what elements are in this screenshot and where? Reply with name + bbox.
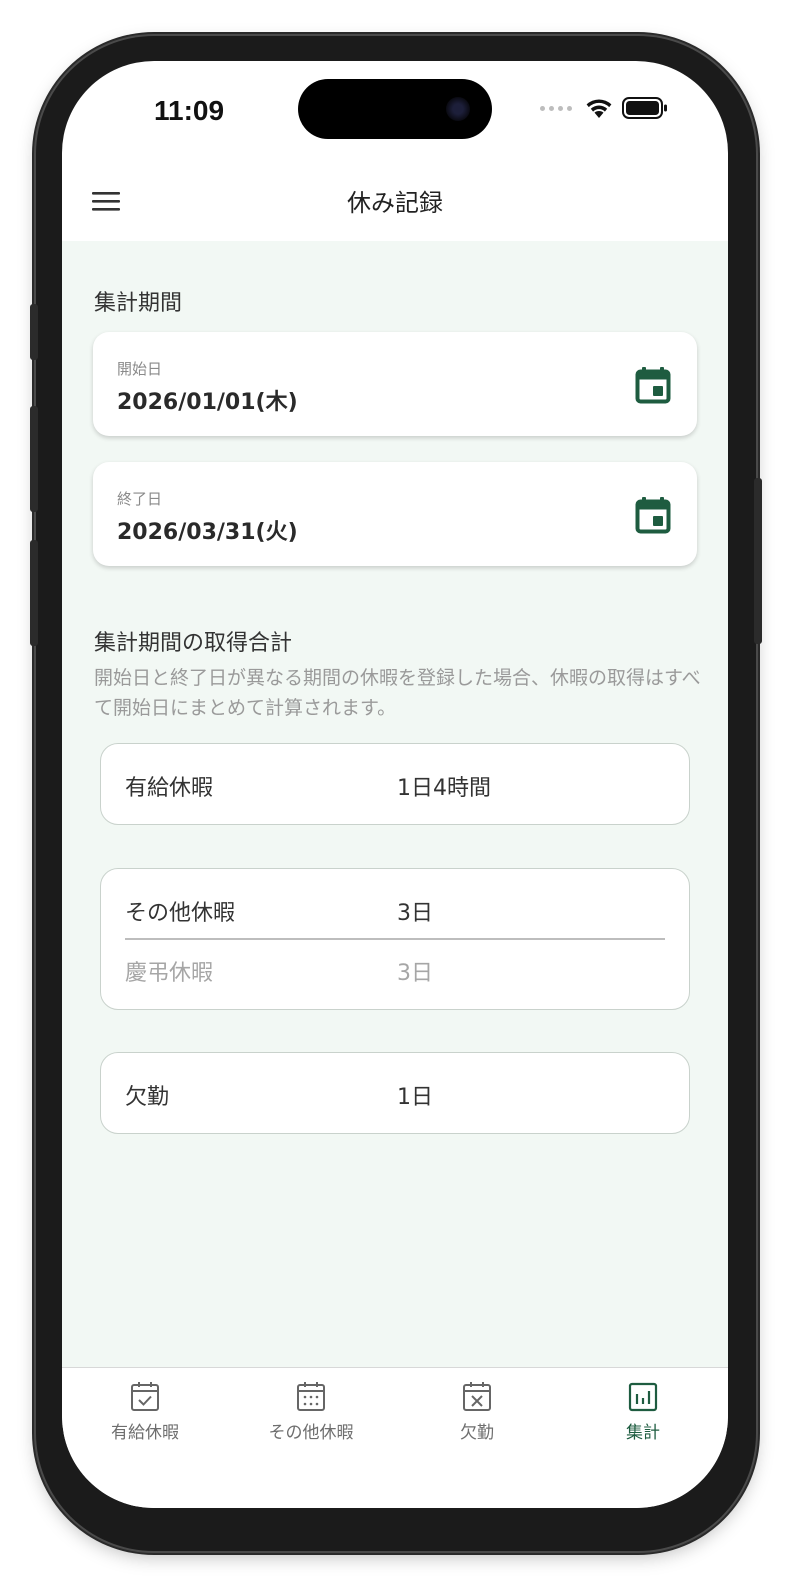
cellular-signal-icon (540, 105, 572, 111)
absence-summary-card: 欠勤 1日 (100, 1052, 690, 1134)
bar-chart-icon (628, 1382, 658, 1412)
power-button (754, 478, 762, 644)
home-indicator (280, 1479, 510, 1487)
calendar-grid-icon (297, 1382, 325, 1411)
end-date-label: 終了日 (117, 490, 163, 508)
other-leave-name: その他休暇 (125, 901, 236, 926)
summary-content: 集計期間 開始日 2026/01/01(木) 終了日 2026/03/31(火) (62, 241, 728, 1367)
nav-label: 欠勤 (460, 1423, 494, 1443)
end-date-value: 2026/03/31(火) (117, 520, 298, 545)
start-date-value: 2026/01/01(木) (117, 390, 298, 415)
page-title: 休み記録 (347, 189, 443, 217)
totals-description: 開始日と終了日が異なる期間の休暇を登録した場合、休暇の取得はすべて開始日にまとめ… (94, 667, 701, 719)
status-icons (540, 97, 668, 119)
condolence-leave-row: 慶弔休暇 3日 (125, 949, 665, 989)
absence-name: 欠勤 (125, 1085, 170, 1110)
other-leave-summary-card: その他休暇 3日 慶弔休暇 3日 (100, 868, 690, 1010)
totals-section-label: 集計期間の取得合計 (94, 631, 293, 656)
other-leave-row: その他休暇 3日 (125, 889, 665, 929)
phone-screen: 11:09 休み記録 集計期間 開始日 2026/01/01(木) 終了日 20… (62, 61, 728, 1508)
paid-leave-summary-card: 有給休暇 1日4時間 (100, 743, 690, 825)
volume-up-button (30, 406, 38, 512)
paid-leave-name: 有給休暇 (125, 776, 214, 801)
other-leave-amount: 3日 (397, 901, 433, 926)
app-bar: 休み記録 (62, 161, 728, 241)
calendar-icon[interactable] (635, 496, 671, 534)
period-section-label: 集計期間 (94, 291, 183, 316)
condolence-leave-name: 慶弔休暇 (125, 961, 214, 986)
volume-down-button (30, 540, 38, 646)
wifi-icon (586, 99, 612, 118)
front-camera-icon (446, 97, 470, 121)
paid-leave-amount: 1日4時間 (397, 776, 491, 801)
start-date-label: 開始日 (117, 360, 163, 378)
calendar-x-icon (463, 1382, 491, 1411)
action-button (30, 304, 38, 360)
start-date-field[interactable]: 開始日 2026/01/01(木) (93, 332, 697, 436)
nav-other-leave[interactable]: その他休暇 (236, 1380, 386, 1450)
end-date-field[interactable]: 終了日 2026/03/31(火) (93, 462, 697, 566)
battery-icon (622, 97, 667, 119)
divider (125, 938, 665, 940)
nav-label: その他休暇 (268, 1423, 354, 1443)
absence-row: 欠勤 1日 (125, 1073, 665, 1113)
paid-leave-row: 有給休暇 1日4時間 (125, 764, 665, 804)
nav-absence[interactable]: 欠勤 (402, 1380, 552, 1450)
condolence-leave-amount: 3日 (397, 961, 433, 986)
calendar-check-icon (131, 1382, 159, 1411)
dynamic-island (298, 79, 492, 139)
nav-paid-leave[interactable]: 有給休暇 (70, 1380, 220, 1450)
nav-label: 集計 (626, 1423, 660, 1443)
calendar-icon[interactable] (635, 366, 671, 404)
nav-label: 有給休暇 (111, 1423, 179, 1443)
status-time: 11:09 (154, 95, 225, 126)
absence-amount: 1日 (397, 1085, 433, 1110)
nav-summary[interactable]: 集計 (568, 1380, 718, 1450)
